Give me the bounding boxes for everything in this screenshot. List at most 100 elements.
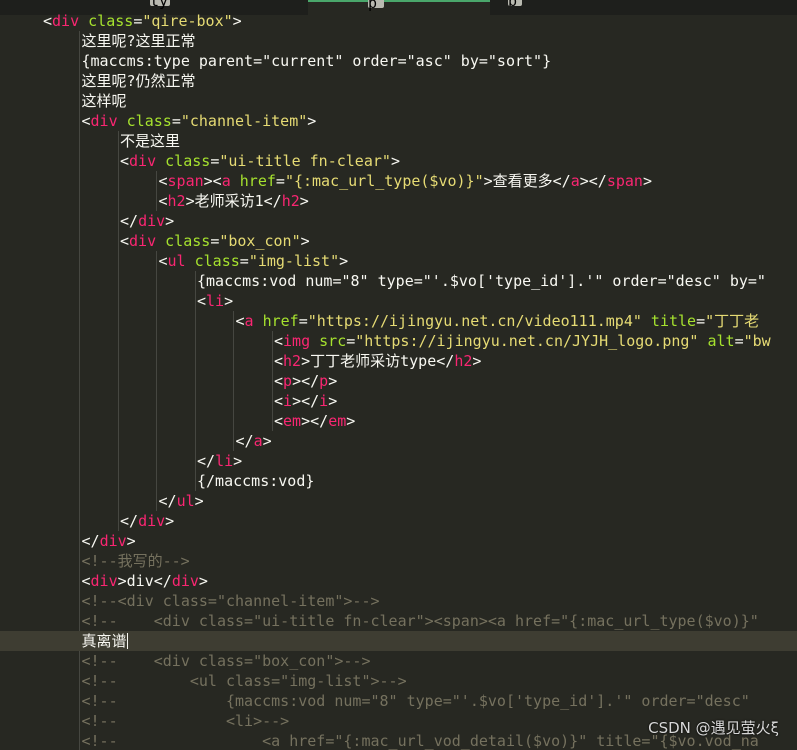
code-line[interactable]: <!-- <div class="box_con">--> <box>0 651 797 671</box>
code-token-tag: div <box>52 12 80 30</box>
code-token-plain: = <box>171 112 181 130</box>
code-token-plain: {maccms:vod num="8" type="'.$vo['type_id… <box>197 272 766 290</box>
code-token-plain: > <box>224 292 234 310</box>
code-token-tag: div <box>90 572 118 590</box>
code-line[interactable]: <li> <box>0 291 797 311</box>
code-token-attr: href <box>239 172 276 190</box>
code-token-plain: >div</ <box>117 572 172 590</box>
code-token-plain: {/maccms:vod} <box>197 472 315 490</box>
code-line-text: </li> <box>197 451 242 471</box>
code-line[interactable]: <img src="https://ijingyu.net.cn/JYJH_lo… <box>0 331 797 351</box>
code-line[interactable]: <!-- {maccms:vod num="8" type="'.$vo['ty… <box>0 691 797 711</box>
code-line[interactable]: </li> <box>0 451 797 471</box>
code-token-plain: 这里呢?仍然正常 <box>81 72 196 90</box>
code-line[interactable]: </div> <box>0 511 797 531</box>
code-line-text: <!-- <div class="box_con">--> <box>82 651 371 671</box>
code-line-text: 这里呢?仍然正常 <box>82 71 196 91</box>
code-line[interactable]: <div class="channel-item"> <box>0 111 797 131</box>
code-line[interactable]: <div class="ui-title fn-clear"> <box>0 151 797 171</box>
code-line-text: <div class="qire-box"> <box>43 11 242 31</box>
code-line[interactable]: </div> <box>0 531 797 551</box>
code-token-plain: </ <box>120 512 139 530</box>
code-line[interactable]: {maccms:vod num="8" type="'.$vo['type_id… <box>0 271 797 291</box>
code-token-tag: h2 <box>454 352 473 370</box>
code-line-text: {maccms:vod num="8" type="'.$vo['type_id… <box>197 271 766 291</box>
code-line[interactable]: 这里呢?这里正常 <box>0 31 797 51</box>
code-line[interactable]: <div class="qire-box"> <box>0 11 797 31</box>
text-cursor <box>126 633 128 649</box>
code-token-tag: a <box>570 172 580 190</box>
code-line[interactable]: <h2>老师采访1</h2> <box>0 191 797 211</box>
code-token-attr: class <box>165 152 211 170</box>
code-line-text: <!-- <li>--> <box>82 711 290 731</box>
code-token-tag: div <box>90 112 118 130</box>
code-token-attr: src <box>319 332 347 350</box>
code-line-text: </div> <box>120 211 174 231</box>
code-line[interactable]: <ul class="img-list"> <box>0 251 797 271</box>
code-token-plain: >丁丁老师采访type</ <box>301 352 455 370</box>
code-line[interactable]: 这样呢 <box>0 91 797 111</box>
code-token-str: "img-list" <box>248 252 340 270</box>
code-token-plain: < <box>274 352 284 370</box>
code-token-plain: > <box>328 372 338 390</box>
code-line[interactable]: 这里呢?仍然正常 <box>0 71 797 91</box>
tab-label-fragment: p <box>368 0 384 12</box>
code-token-attr: title <box>650 312 697 330</box>
code-token-plain: > <box>339 252 349 270</box>
code-line[interactable]: 真离谱 <box>0 631 797 651</box>
code-token-plain: < <box>158 172 168 190</box>
code-token-plain: </ <box>235 432 254 450</box>
code-token-plain: > <box>198 572 208 590</box>
code-token-attr: class <box>126 112 172 130</box>
code-line-text: 这样呢 <box>82 91 127 111</box>
code-line[interactable]: <!--我写的--> <box>0 551 797 571</box>
code-token-tag: div <box>138 512 166 530</box>
code-line[interactable]: <h2>丁丁老师采访type</h2> <box>0 351 797 371</box>
code-line[interactable]: <!-- <div class="ui-title fn-clear"><spa… <box>0 611 797 631</box>
code-line-text: <!-- <ul class="img-list">--> <box>82 671 407 691</box>
tab-label-fragment: b <box>508 0 522 10</box>
code-line[interactable]: </div> <box>0 211 797 231</box>
code-token-plain: </ <box>120 212 139 230</box>
code-line[interactable]: </ul> <box>0 491 797 511</box>
code-line[interactable]: {/maccms:vod} <box>0 471 797 491</box>
code-token-attr: class <box>194 252 240 270</box>
code-token-tag: em <box>328 412 347 430</box>
code-token-plain: < <box>274 392 284 410</box>
code-token-plain: >老师采访1</ <box>185 192 282 210</box>
code-line[interactable]: <a href="https://ijingyu.net.cn/video111… <box>0 311 797 331</box>
code-token-plain: < <box>197 292 207 310</box>
code-line[interactable]: <div>div</div> <box>0 571 797 591</box>
code-line[interactable]: </a> <box>0 431 797 451</box>
code-line[interactable]: <!-- <ul class="img-list">--> <box>0 671 797 691</box>
code-token-tag: div <box>129 232 157 250</box>
code-line[interactable]: <span><a href="{:mac_url_type($vo)}">查看更… <box>0 171 797 191</box>
code-token-tag: i <box>283 392 293 410</box>
code-token-plain: 这里呢?这里正常 <box>81 32 196 50</box>
code-line-text: <em></em> <box>274 411 355 431</box>
code-line[interactable]: <p></p> <box>0 371 797 391</box>
code-token-tag: span <box>167 172 204 190</box>
code-token-plain: > <box>165 212 175 230</box>
code-token-plain: = <box>275 172 285 190</box>
code-line[interactable]: <div class="box_con"> <box>0 231 797 251</box>
code-token-str: "box_con" <box>219 232 301 250</box>
code-token-comment: <!-- <ul class="img-list">--> <box>81 672 407 690</box>
code-token-str: "ui-title fn-clear" <box>219 152 391 170</box>
code-token-tag: a <box>244 312 254 330</box>
code-line[interactable]: <!--<div class="channel-item">--> <box>0 591 797 611</box>
code-line[interactable]: <i></i> <box>0 391 797 411</box>
code-line[interactable]: <em></em> <box>0 411 797 431</box>
code-line[interactable]: 不是这里 <box>0 131 797 151</box>
code-line[interactable]: {maccms:type parent="current" order="asc… <box>0 51 797 71</box>
code-line-text: 不是这里 <box>120 131 180 151</box>
code-token-plain: </ <box>197 452 216 470</box>
code-line-text: </div> <box>120 511 174 531</box>
code-line-text: <h2>丁丁老师采访type</h2> <box>274 351 481 371</box>
code-token-plain: < <box>274 372 284 390</box>
code-token-tag: ul <box>176 492 195 510</box>
code-editor[interactable]: <div class="qire-box"> 这里呢?这里正常 {maccms:ty… <box>0 11 797 750</box>
